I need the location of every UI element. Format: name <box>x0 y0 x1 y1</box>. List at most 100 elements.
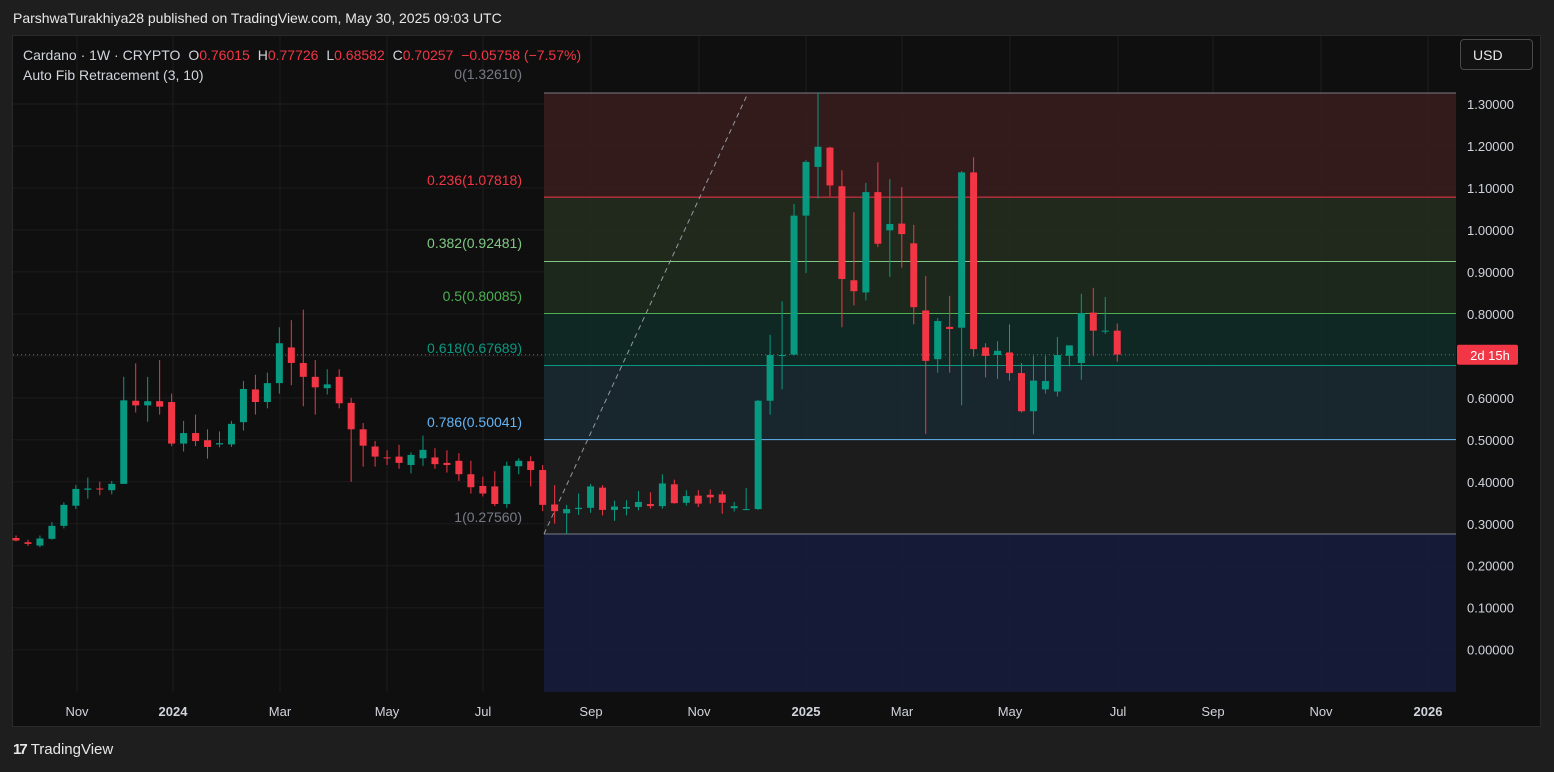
candle-body <box>646 504 654 507</box>
x-tick-label: Nov <box>1309 704 1333 719</box>
candle-body <box>299 362 307 377</box>
candle-body <box>611 506 618 510</box>
candle-body <box>443 462 451 465</box>
indicator-label[interactable]: Auto Fib Retracement (3, 10) <box>23 65 581 85</box>
candle-body <box>395 456 403 463</box>
y-tick-label: 0.00000 <box>1467 643 1514 658</box>
candle-body <box>922 310 930 361</box>
fib-level-label: 0.5(0.80085) <box>443 288 522 304</box>
candle-body <box>694 495 702 504</box>
x-tick-label: 2026 <box>1414 704 1443 719</box>
y-tick-label: 1.00000 <box>1467 223 1514 238</box>
fib-retracement: 0(1.32610)0.236(1.07818)0.382(0.92481)0.… <box>427 66 1456 692</box>
candle-body <box>1077 313 1085 363</box>
candle-body <box>431 457 439 465</box>
high-value: 0.77726 <box>267 47 319 63</box>
ohlc-line: Cardano · 1W · CRYPTO O0.76015 H0.77726 … <box>23 45 581 65</box>
countdown-badge: 2d 15h <box>1470 348 1510 363</box>
low-label: L <box>326 47 335 63</box>
candle-body <box>323 384 331 389</box>
candle-body <box>60 504 68 526</box>
x-tick-label: Jul <box>1110 704 1127 719</box>
candle-body <box>539 470 547 505</box>
candle-body <box>910 243 918 308</box>
candle-body <box>1101 330 1109 332</box>
candle-body <box>371 446 379 457</box>
y-tick-label: 0.20000 <box>1467 559 1514 574</box>
candle-body <box>946 326 954 329</box>
candle-body <box>706 494 714 498</box>
fib-zone <box>544 365 1456 440</box>
fib-level-label: 0.618(0.67689) <box>427 340 522 356</box>
candle-body <box>622 506 630 509</box>
y-tick-label: 1.10000 <box>1467 181 1514 196</box>
fib-zone <box>544 313 1456 366</box>
candle-body <box>407 454 415 465</box>
close-value: 0.70257 <box>402 47 454 63</box>
high-label: H <box>257 47 268 63</box>
candle-body <box>227 423 235 445</box>
y-tick-label: 0.40000 <box>1467 475 1514 490</box>
candle-body <box>120 400 128 484</box>
candle-body <box>192 433 200 442</box>
candle-body <box>36 538 44 546</box>
candle-body <box>587 486 595 508</box>
candle-body <box>766 354 774 401</box>
candle-body <box>730 506 738 509</box>
x-tick-label: May <box>998 704 1023 719</box>
candle-body <box>455 460 463 475</box>
candle-body <box>144 401 152 406</box>
candle-body <box>862 192 870 293</box>
candle-body <box>48 525 56 539</box>
candle-body <box>1089 312 1097 331</box>
candle-body <box>527 461 535 471</box>
fib-zone <box>544 439 1456 534</box>
open-label: O <box>188 47 200 63</box>
tradingview-logo[interactable]: 17 TradingView <box>13 741 113 758</box>
x-tick-label: Mar <box>891 704 914 719</box>
x-tick-label: Sep <box>579 704 602 719</box>
candle-body <box>754 400 762 510</box>
candle-body <box>826 147 834 186</box>
candle-body <box>204 440 212 447</box>
fib-zone <box>544 197 1456 262</box>
y-tick-label: 1.20000 <box>1467 139 1514 154</box>
candle-body <box>682 496 690 503</box>
candle-body <box>838 186 846 280</box>
candle-body <box>132 400 140 406</box>
candle-body <box>898 223 906 235</box>
candle-body <box>1029 380 1037 412</box>
candle-body <box>670 484 678 504</box>
candle-body <box>575 507 583 510</box>
x-tick-label: Nov <box>687 704 711 719</box>
candle-body <box>503 465 511 505</box>
y-tick-label: 0.50000 <box>1467 433 1514 448</box>
candle-body <box>886 224 894 231</box>
candle-body <box>72 488 80 506</box>
y-tick-label: 0.90000 <box>1467 265 1514 280</box>
candle-body <box>1041 381 1049 390</box>
candle-body <box>24 542 32 544</box>
candle-body <box>958 172 966 328</box>
candle-body <box>778 354 786 356</box>
currency-button[interactable]: USD <box>1460 39 1533 70</box>
x-tick-label: May <box>375 704 400 719</box>
low-value: 0.68582 <box>334 47 385 63</box>
x-tick-label: Sep <box>1201 704 1224 719</box>
candle-body <box>634 501 642 507</box>
candle-body <box>718 494 726 503</box>
fib-zone <box>544 93 1456 198</box>
x-tick-label: Nov <box>65 704 89 719</box>
close-label: C <box>392 47 403 63</box>
tradingview-brand: TradingView <box>30 741 114 758</box>
y-tick-label: 0.80000 <box>1467 307 1514 322</box>
candle-body <box>874 192 882 244</box>
x-tick-label: 2024 <box>159 704 189 719</box>
open-value: 0.76015 <box>199 47 250 63</box>
candle-body <box>239 389 247 423</box>
x-tick-label: Jul <box>475 704 492 719</box>
price-chart[interactable]: 0(1.32610)0.236(1.07818)0.382(0.92481)0.… <box>0 0 1554 740</box>
candle-body <box>742 509 750 511</box>
candle-body <box>479 485 487 494</box>
candle-body <box>347 402 355 430</box>
